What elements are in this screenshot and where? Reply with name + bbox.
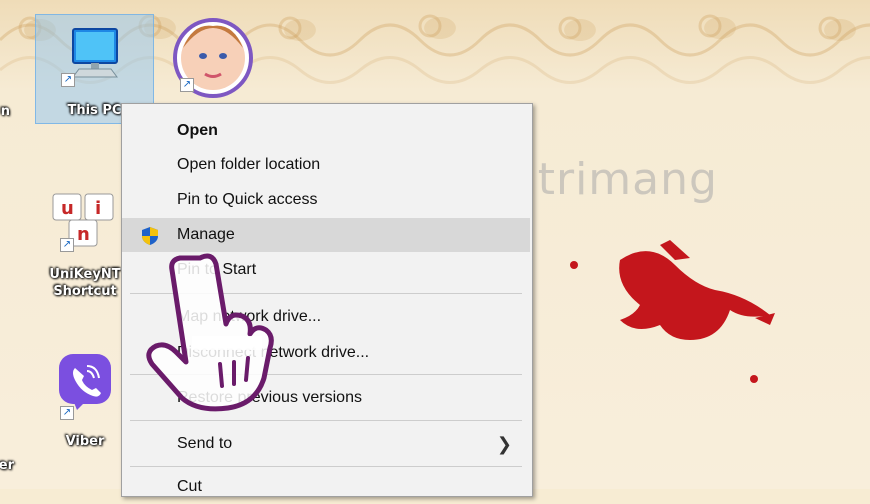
menu-item-label: Open xyxy=(177,122,218,139)
menu-item-label: Cut xyxy=(177,478,202,495)
shield-icon xyxy=(142,227,158,245)
menu-item-send-to[interactable]: Send to ❯ xyxy=(122,427,530,461)
menu-item-label: Send to xyxy=(177,435,233,452)
menu-item-open[interactable]: Open xyxy=(122,114,530,148)
menu-item-open-folder-location[interactable]: Open folder location xyxy=(122,148,530,182)
icon-label: er xyxy=(0,458,14,473)
svg-text:u: u xyxy=(61,198,74,219)
icon-label: Viber xyxy=(65,434,105,449)
desktop-icon-avatar[interactable]: ↗ xyxy=(168,14,258,114)
hand-cursor-icon xyxy=(146,253,274,412)
shortcut-arrow-icon: ↗ xyxy=(60,406,74,420)
viber-icon xyxy=(59,354,111,410)
svg-text:i: i xyxy=(95,198,101,219)
desktop-icon-partial-top[interactable]: n xyxy=(0,14,10,122)
shortcut-arrow-icon: ↗ xyxy=(60,238,74,252)
menu-item-label: Pin to Quick access xyxy=(177,191,318,208)
icon-label: n xyxy=(0,104,10,119)
svg-text:n: n xyxy=(77,224,90,245)
menu-item-pin-quick-access[interactable]: Pin to Quick access xyxy=(122,183,530,217)
chevron-right-icon: ❯ xyxy=(496,434,512,454)
desktop: ↗ This PC ↗ n u i n ↗ UniKeyNT Shortcut xyxy=(0,0,870,497)
desktop-icon-unikey[interactable]: u i n ↗ UniKeyNT Shortcut xyxy=(40,190,130,310)
menu-separator xyxy=(130,466,522,467)
shortcut-arrow-icon: ↗ xyxy=(61,73,75,87)
shortcut-arrow-icon: ↗ xyxy=(180,78,194,92)
bird-icon xyxy=(619,240,775,340)
desktop-icon-partial-bottom[interactable]: er xyxy=(0,450,14,480)
menu-item-label: Open folder location xyxy=(177,156,321,173)
desktop-icon-viber[interactable]: ↗ Viber xyxy=(40,350,130,455)
icon-label-line2: Shortcut xyxy=(53,284,117,299)
menu-separator xyxy=(130,420,522,421)
menu-item-manage[interactable]: Manage xyxy=(122,218,530,252)
menu-item-label: Manage xyxy=(177,226,235,243)
menu-item-cut[interactable]: Cut xyxy=(122,470,530,504)
icon-label: UniKeyNT xyxy=(49,267,121,282)
